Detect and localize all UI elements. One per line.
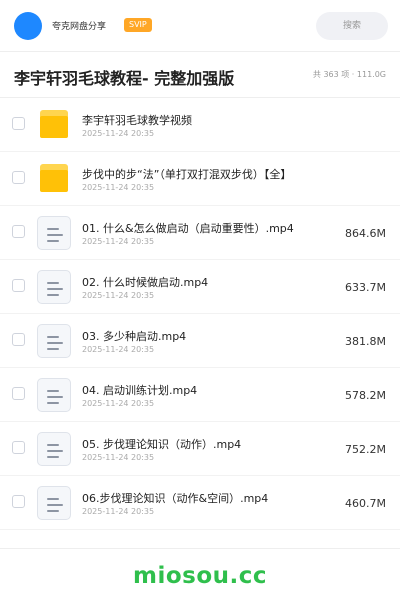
username: 夸克网盘分享 (52, 22, 107, 32)
item-name: 步伐中的步“法”（单打双打混双步伐）【全】 (82, 168, 292, 181)
share-title-bar: 李宇轩羽毛球教程- 完整加强版 共 363 项 · 111.0G (0, 52, 400, 98)
item-date: 2025-11-24 20:35 (82, 507, 155, 516)
row-checkbox[interactable] (12, 171, 25, 184)
page-title: 李宇轩羽毛球教程- 完整加强版 (14, 69, 235, 88)
document-icon (37, 432, 71, 466)
item-name: 05. 步伐理论知识（动作）.mp4 (82, 438, 242, 451)
folder-icon (36, 161, 72, 197)
item-date: 2025-11-24 20:35 (82, 291, 155, 300)
list-item[interactable]: 05. 步伐理论知识（动作）.mp4 2025-11-24 20:35 752.… (0, 422, 400, 476)
document-icon (37, 378, 71, 412)
row-checkbox[interactable] (12, 333, 25, 346)
site-watermark: miosou.cc (132, 563, 268, 589)
list-item[interactable]: 步伐中的步“法”（单打双打混双步伐）【全】 2025-11-24 20:35 (0, 152, 400, 206)
item-size: 381.8M (345, 335, 386, 348)
item-size: 864.6M (345, 227, 386, 240)
document-icon (37, 486, 71, 520)
folder-icon (36, 107, 72, 143)
row-checkbox[interactable] (12, 387, 25, 400)
item-date: 2025-11-24 20:35 (82, 183, 155, 192)
item-date: 2025-11-24 20:35 (82, 399, 155, 408)
item-name: 06.步伐理论知识（动作&空间）.mp4 (82, 492, 269, 505)
item-date: 2025-11-24 20:35 (82, 129, 155, 138)
share-header: 夸克网盘分享 SVIP 搜索 (0, 0, 400, 52)
item-size: 578.2M (345, 389, 386, 402)
row-checkbox[interactable] (12, 495, 25, 508)
item-summary: 共 363 项 · 111.0G (312, 70, 386, 79)
document-icon (37, 324, 71, 358)
list-item[interactable]: 01. 什么&怎么做启动（启动重要性）.mp4 2025-11-24 20:35… (0, 206, 400, 260)
svip-badge: SVIP (124, 18, 152, 32)
document-icon (37, 216, 71, 250)
row-checkbox[interactable] (12, 117, 25, 130)
footer: miosou.cc (0, 548, 400, 600)
row-checkbox[interactable] (12, 279, 25, 292)
item-name: 03. 多少种启动.mp4 (82, 330, 187, 343)
item-size: 460.7M (345, 497, 386, 510)
list-item[interactable]: 02. 什么时候做启动.mp4 2025-11-24 20:35 633.7M (0, 260, 400, 314)
list-item[interactable]: 03. 多少种启动.mp4 2025-11-24 20:35 381.8M (0, 314, 400, 368)
item-size: 752.2M (345, 443, 386, 456)
item-name: 04. 启动训练计划.mp4 (82, 384, 198, 397)
file-list: 李宇轩羽毛球教学视频 2025-11-24 20:35 步伐中的步“法”（单打双… (0, 98, 400, 530)
list-item[interactable]: 李宇轩羽毛球教学视频 2025-11-24 20:35 (0, 98, 400, 152)
item-name: 李宇轩羽毛球教学视频 (82, 114, 192, 127)
item-date: 2025-11-24 20:35 (82, 237, 155, 246)
row-checkbox[interactable] (12, 441, 25, 454)
item-date: 2025-11-24 20:35 (82, 345, 155, 354)
item-size: 633.7M (345, 281, 386, 294)
row-checkbox[interactable] (12, 225, 25, 238)
avatar[interactable] (14, 12, 42, 40)
list-item[interactable]: 06.步伐理论知识（动作&空间）.mp4 2025-11-24 20:35 46… (0, 476, 400, 530)
list-item[interactable]: 04. 启动训练计划.mp4 2025-11-24 20:35 578.2M (0, 368, 400, 422)
document-icon (37, 270, 71, 304)
item-date: 2025-11-24 20:35 (82, 453, 155, 462)
search-button[interactable]: 搜索 (316, 12, 388, 40)
item-name: 01. 什么&怎么做启动（启动重要性）.mp4 (82, 222, 294, 235)
item-name: 02. 什么时候做启动.mp4 (82, 276, 209, 289)
